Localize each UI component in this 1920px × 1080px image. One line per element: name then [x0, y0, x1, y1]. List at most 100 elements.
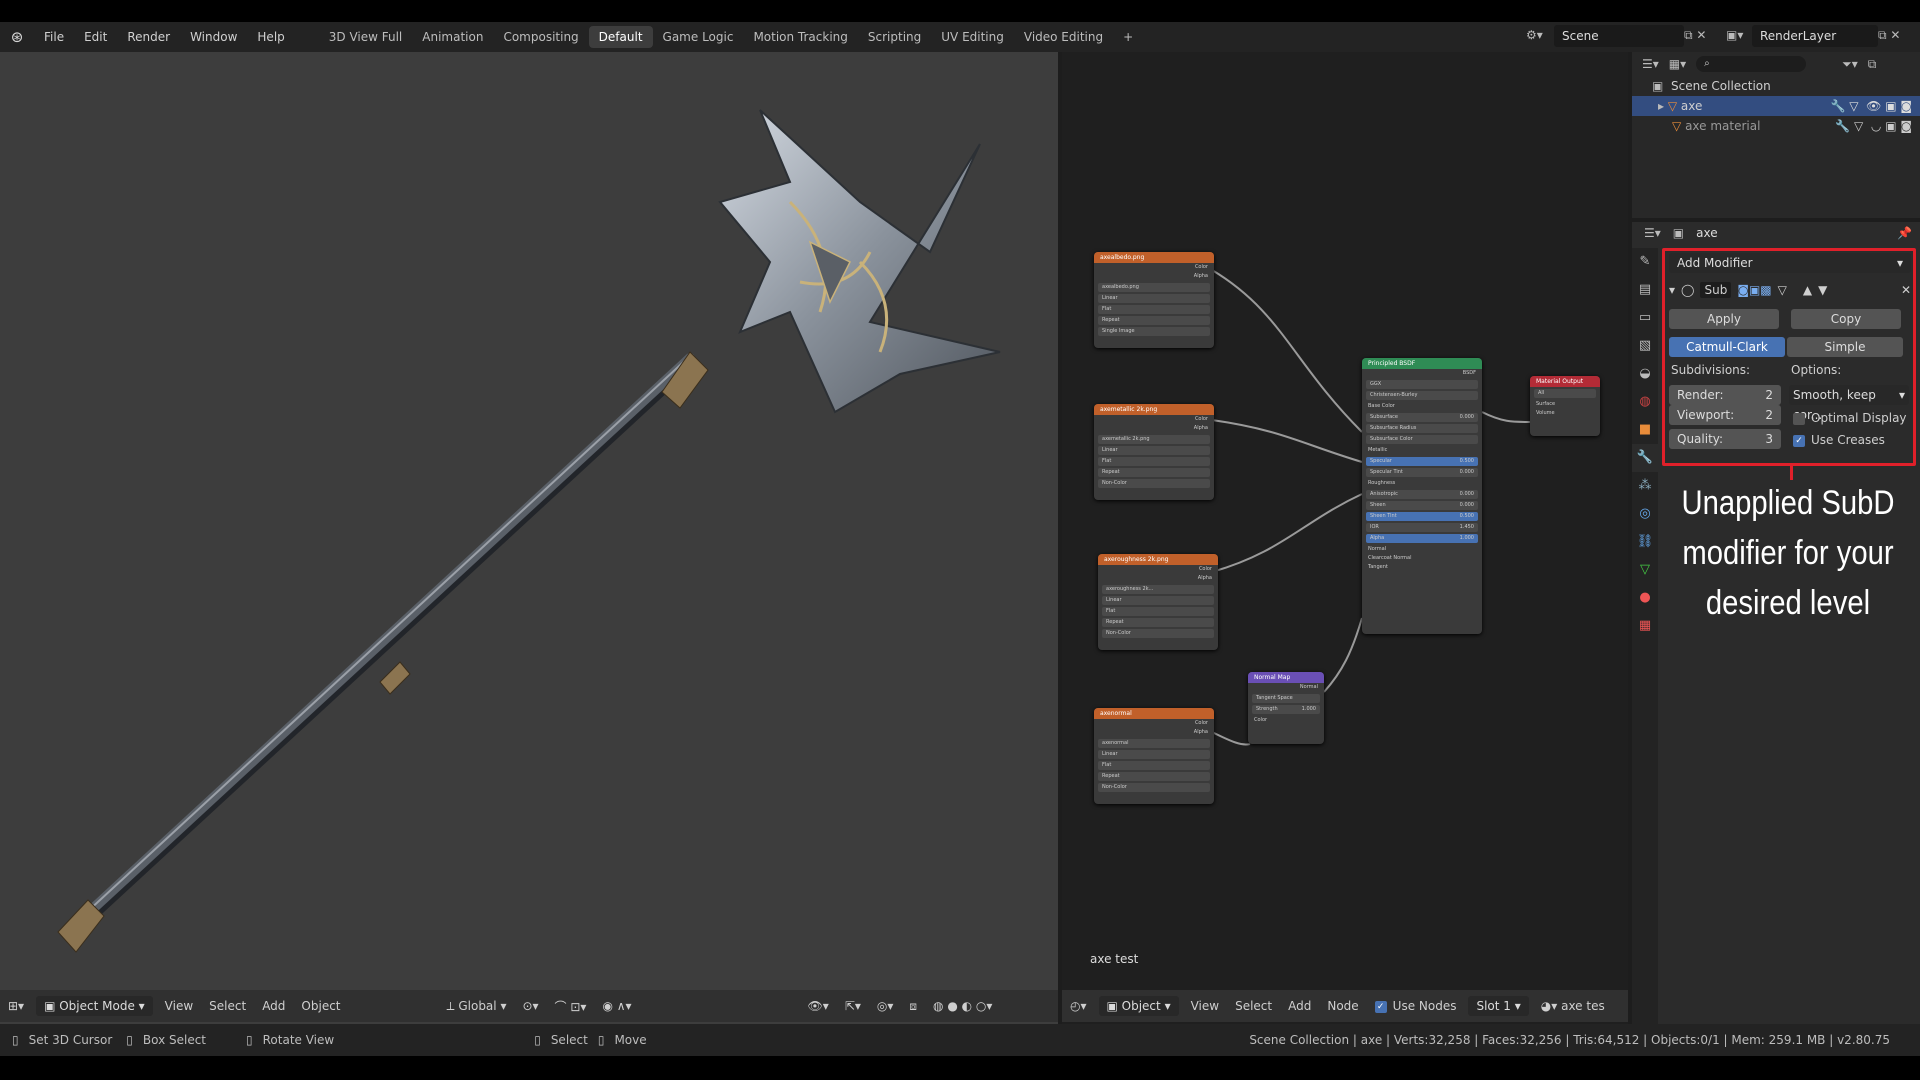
- bsdf-sheen[interactable]: Sheen 0.000: [1366, 501, 1478, 510]
- image-texture-node-roughness[interactable]: axeroughness 2k.png Color Alpha axerough…: [1098, 554, 1218, 650]
- bsdf-sheen-tint[interactable]: Sheen Tint 0.500: [1366, 512, 1478, 521]
- viewport-menu-object[interactable]: Object: [293, 996, 348, 1016]
- gizmo-icon[interactable]: ⇱▾: [837, 996, 869, 1016]
- transform-orientation-dropdown[interactable]: ⟂ Global ▾: [439, 996, 515, 1017]
- normal-strength[interactable]: Strength 1.000: [1252, 705, 1320, 714]
- bsdf-subsurface-radius[interactable]: Subsurface Radius: [1366, 424, 1478, 433]
- display-mode-icon[interactable]: ▦▾: [1669, 57, 1686, 71]
- normal-map-node[interactable]: Normal Map Normal Tangent Space Strength…: [1248, 672, 1324, 744]
- node-editor-type-icon[interactable]: ◴▾: [1062, 996, 1095, 1016]
- visibility-icon[interactable]: 👁▾: [800, 996, 837, 1016]
- material-dropdown[interactable]: ◕▾ axe tes: [1533, 996, 1613, 1016]
- node-colorspace[interactable]: Non-Color: [1098, 783, 1210, 792]
- constraints-tab-icon[interactable]: ⛓: [1632, 528, 1658, 556]
- bsdf-distribution[interactable]: GGX: [1366, 380, 1478, 389]
- expand-arrow-icon[interactable]: ▸: [1658, 99, 1664, 113]
- tab-default[interactable]: Default: [588, 26, 653, 48]
- node-colorspace[interactable]: Non-Color: [1102, 629, 1214, 638]
- node-menu-select[interactable]: Select: [1227, 996, 1280, 1016]
- normal-space[interactable]: Tangent Space: [1252, 694, 1320, 703]
- outliner-item-axe[interactable]: ▸ ▽ axe 🔧 ▽ 👁 ▣ ◙: [1632, 96, 1920, 116]
- quality-field[interactable]: Quality: 3: [1669, 429, 1781, 449]
- node-menu-add[interactable]: Add: [1280, 996, 1319, 1016]
- node-interp[interactable]: Linear: [1098, 294, 1210, 303]
- renderlayer-icon[interactable]: ▣▾: [1726, 28, 1743, 42]
- modifier-name-field[interactable]: Sub: [1700, 282, 1732, 298]
- tab-animation[interactable]: Animation: [412, 26, 493, 48]
- blender-logo-icon[interactable]: ⊛: [0, 28, 34, 46]
- bsdf-subsurface-method[interactable]: Christensen-Burley: [1366, 391, 1478, 400]
- node-projection[interactable]: Flat: [1102, 607, 1214, 616]
- viewport-menu-add[interactable]: Add: [254, 996, 293, 1016]
- node-extension[interactable]: Repeat: [1098, 468, 1210, 477]
- principled-bsdf-node[interactable]: Principled BSDF BSDF GGX Christensen-Bur…: [1362, 358, 1482, 634]
- snap-icon[interactable]: ⌒ ⊡▾: [547, 995, 595, 1018]
- tab-scripting[interactable]: Scripting: [858, 26, 931, 48]
- visibility-icons[interactable]: 🔧 ▽ 👁 ▣ ◙: [1831, 99, 1920, 113]
- bsdf-anisotropic[interactable]: Anisotropic 0.000: [1366, 490, 1478, 499]
- renderlayer-copy-icon[interactable]: ⧉ ✕: [1878, 28, 1900, 43]
- render-levels-field[interactable]: Render: 2: [1669, 385, 1781, 405]
- copy-button[interactable]: Copy: [1791, 309, 1901, 329]
- bsdf-subsurface-color[interactable]: Subsurface Color: [1366, 435, 1478, 444]
- overlay-icon[interactable]: ◎▾: [869, 996, 902, 1016]
- 3d-viewport[interactable]: [0, 52, 1058, 1024]
- viewport-levels-field[interactable]: Viewport: 2: [1669, 405, 1781, 425]
- modifier-visibility-icons[interactable]: ◙▣▩: [1737, 283, 1771, 297]
- output-tab-icon[interactable]: ▭: [1632, 304, 1658, 332]
- menu-window[interactable]: Window: [180, 30, 247, 44]
- catmull-clark-button[interactable]: Catmull-Clark: [1669, 337, 1785, 357]
- remove-modifier-icon[interactable]: ✕: [1901, 283, 1911, 297]
- scene-tab-icon[interactable]: ◒: [1632, 360, 1658, 388]
- material-tab-icon[interactable]: ●: [1632, 584, 1658, 612]
- scene-type-icon[interactable]: ⚙▾: [1526, 28, 1543, 42]
- bsdf-specular[interactable]: Specular 0.500: [1366, 457, 1478, 466]
- on-cage-icon[interactable]: ▽: [1778, 283, 1787, 297]
- render-tab-icon[interactable]: ▤: [1632, 276, 1658, 304]
- proportional-edit-icon[interactable]: ◉ ∧▾: [594, 996, 639, 1016]
- tab-motion-tracking[interactable]: Motion Tracking: [743, 26, 857, 48]
- tab-video-editing[interactable]: Video Editing: [1014, 26, 1113, 48]
- tool-tab-icon[interactable]: ✎: [1632, 248, 1658, 276]
- node-image-field[interactable]: axealbedo.png: [1098, 283, 1210, 292]
- output-target[interactable]: All: [1534, 389, 1596, 398]
- world-tab-icon[interactable]: ◍: [1632, 388, 1658, 416]
- node-menu-view[interactable]: View: [1183, 996, 1227, 1016]
- xray-icon[interactable]: ⧈: [901, 996, 925, 1017]
- tab-3d-view-full[interactable]: 3D View Full: [319, 26, 413, 48]
- viewport-menu-select[interactable]: Select: [201, 996, 254, 1016]
- collapse-arrow-icon[interactable]: ▾: [1669, 283, 1675, 297]
- menu-render[interactable]: Render: [117, 30, 180, 44]
- viewport-menu-view[interactable]: View: [157, 996, 201, 1016]
- mode-dropdown[interactable]: ▣ Object Mode ▾: [36, 996, 153, 1016]
- node-interp[interactable]: Linear: [1098, 446, 1210, 455]
- apply-button[interactable]: Apply: [1669, 309, 1779, 329]
- node-image-field[interactable]: axeroughness 2k...: [1102, 585, 1214, 594]
- outliner-type-icon[interactable]: ☰▾: [1642, 57, 1659, 71]
- bsdf-specular-tint[interactable]: Specular Tint 0.000: [1366, 468, 1478, 477]
- shader-node-editor[interactable]: axealbedo.png Color Alpha axealbedo.png …: [1062, 52, 1628, 1024]
- visibility-icons[interactable]: 🔧 ▽ ◡ ▣ ◙: [1835, 119, 1920, 133]
- uv-smooth-dropdown[interactable]: Smooth, keep cor... ▾: [1789, 385, 1909, 422]
- shading-modes-icon[interactable]: ◍ ● ◐ ○▾: [925, 996, 1000, 1016]
- simple-button[interactable]: Simple: [1787, 337, 1903, 357]
- outliner-item-axe-material[interactable]: ▽ axe material 🔧 ▽ ◡ ▣ ◙: [1632, 116, 1920, 136]
- node-colorspace[interactable]: Non-Color: [1098, 479, 1210, 488]
- add-workspace-icon[interactable]: +: [1113, 26, 1143, 48]
- scene-copy-icon[interactable]: ⧉ ✕: [1684, 28, 1706, 43]
- node-projection[interactable]: Flat: [1098, 761, 1210, 770]
- node-extension[interactable]: Repeat: [1098, 772, 1210, 781]
- object-tab-icon[interactable]: ■: [1632, 416, 1658, 444]
- particles-tab-icon[interactable]: ⁂: [1632, 472, 1658, 500]
- scene-selector[interactable]: Scene: [1554, 25, 1684, 47]
- slot-dropdown[interactable]: Slot 1 ▾: [1468, 996, 1529, 1016]
- node-projection[interactable]: Flat: [1098, 457, 1210, 466]
- image-texture-node-albedo[interactable]: axealbedo.png Color Alpha axealbedo.png …: [1094, 252, 1214, 348]
- renderlayer-selector[interactable]: RenderLayer: [1752, 25, 1878, 47]
- move-up-icon[interactable]: ▲: [1803, 283, 1812, 297]
- node-projection[interactable]: Flat: [1098, 305, 1210, 314]
- use-creases-checkbox[interactable]: ✓ Use Creases: [1793, 433, 1885, 447]
- bsdf-ior[interactable]: IOR 1.450: [1366, 523, 1478, 532]
- filter-icon[interactable]: ⏷▾: [1842, 57, 1858, 72]
- material-output-node[interactable]: Material Output All Surface Volume: [1530, 376, 1600, 436]
